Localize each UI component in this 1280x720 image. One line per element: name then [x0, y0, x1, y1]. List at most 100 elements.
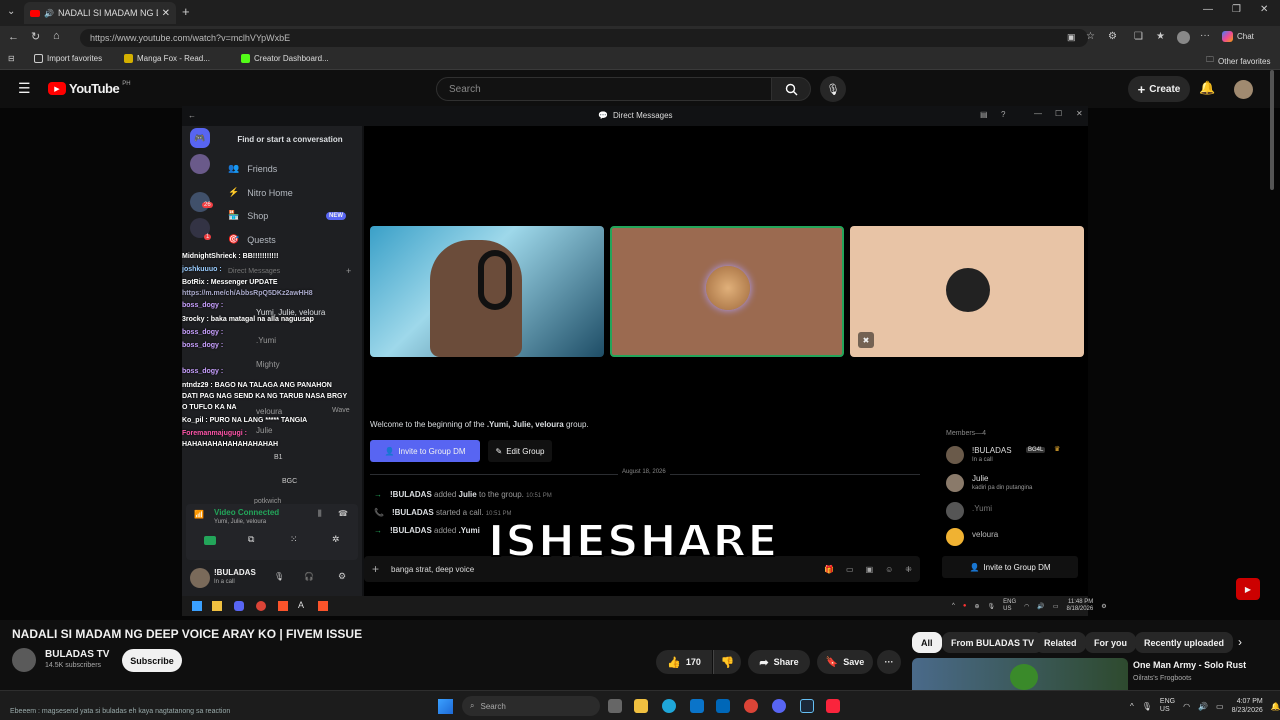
favorite-creator-dashboard[interactable]: Creator Dashboard... [241, 54, 329, 63]
back-icon[interactable]: ← [8, 31, 19, 43]
maximize-icon[interactable]: ❐ [1232, 4, 1241, 15]
subscribe-watermark[interactable]: ▶ [1236, 578, 1260, 600]
help-icon: ? [1001, 110, 1006, 119]
home-icon[interactable]: ⌂ [53, 30, 60, 42]
edit-group-button: ✎ Edit Group [488, 440, 552, 462]
tray-app-icon: ● [962, 603, 967, 609]
favorite-manga-fox[interactable]: Manga Fox - Read... [124, 54, 210, 63]
tray-mic-icon: 🎙 [987, 603, 996, 610]
avatar[interactable] [1234, 80, 1253, 99]
refresh-icon[interactable]: ↻ [31, 30, 40, 43]
steam-icon[interactable] [800, 699, 814, 713]
suggested-thumbnail[interactable] [912, 658, 1128, 690]
folder-icon: 🗀 [1206, 55, 1214, 64]
battery-icon[interactable]: ▭ [1216, 702, 1224, 711]
voice-search-button[interactable]: 🎙 [820, 76, 846, 102]
tab-menu-icon[interactable]: ⌄ [7, 6, 15, 17]
collections-icon[interactable]: ❏ [1134, 31, 1143, 42]
inner-windows-icon [192, 601, 202, 611]
channel-name[interactable]: BULADAS TV [45, 649, 109, 660]
outlook-icon[interactable] [716, 699, 730, 713]
windows-start-icon[interactable] [438, 699, 453, 714]
suggested-title[interactable]: One Man Army - Solo Rust [1133, 660, 1246, 670]
copilot-icon [1222, 31, 1233, 42]
close-tab-icon[interactable]: ✕ [162, 8, 170, 19]
chip-related[interactable]: Related [1035, 632, 1086, 653]
channel-avatar[interactable] [12, 648, 36, 672]
chip-recently-uploaded[interactable]: Recently uploaded [1135, 632, 1234, 653]
hamburger-menu-icon[interactable]: ☰ [18, 80, 31, 97]
member-name: Julie [972, 474, 989, 483]
file-explorer-icon[interactable] [634, 699, 648, 713]
subscribe-button[interactable]: Subscribe [122, 649, 182, 672]
tray-mic-icon[interactable]: 🎙 [1142, 702, 1152, 711]
members-invite-button: 👤 Invite to Group DM [942, 556, 1078, 578]
discord-close-icon: ✕ [1076, 109, 1083, 118]
wifi-icon[interactable]: ◠ [1183, 702, 1190, 711]
favorite-star-icon[interactable]: ☆ [1086, 31, 1095, 42]
clock[interactable]: 4:07 PM 8/23/2026 [1232, 697, 1263, 715]
scrollbar-track[interactable] [1270, 70, 1274, 190]
search-button[interactable] [771, 77, 811, 101]
close-window-icon[interactable]: ✕ [1260, 4, 1268, 15]
browser-tab[interactable]: 🔊 NADALI SI MADAM NG DEEP ✕ [24, 2, 176, 24]
more-actions-button[interactable]: ··· [877, 650, 901, 674]
favorite-import[interactable]: Import favorites [34, 54, 102, 63]
favorite-label: Creator Dashboard... [254, 54, 329, 63]
like-count: 170 [685, 657, 701, 667]
music-icon[interactable] [826, 699, 840, 713]
volume-icon[interactable]: 🔊 [1198, 702, 1208, 711]
tray-chevron-icon[interactable]: ^ [1130, 702, 1134, 711]
subscribe-label: Subscribe [130, 655, 174, 666]
lang-code: ENG [1159, 698, 1176, 705]
nav-label: Nitro Home [247, 187, 293, 198]
favorites-icon[interactable]: ★ [1156, 31, 1165, 42]
member-name: veloura [972, 530, 999, 539]
import-icon [34, 54, 43, 63]
split-screen-icon[interactable]: ▣ [1067, 32, 1076, 43]
msg-time: 10:51 PM [526, 493, 552, 499]
headphones-icon: 🎧 [304, 572, 314, 581]
plus-icon: + [1137, 81, 1146, 97]
discord-titlebar: 💬 Direct Messages [598, 111, 673, 120]
other-favorites[interactable]: 🗀 Other favorites [1206, 54, 1270, 68]
members-panel: Members—4 !BULADAS BG4L ♛ In a call Juli… [940, 430, 1088, 590]
extensions-icon[interactable]: ⚙ [1108, 31, 1117, 42]
save-button[interactable]: 🔖 Save [817, 650, 873, 674]
minimize-icon[interactable]: — [1203, 4, 1213, 15]
share-button[interactable]: ➦ Share [748, 650, 810, 674]
taskbar-search[interactable]: ⌕ Search [462, 696, 600, 716]
task-view-icon[interactable] [608, 699, 622, 713]
chevron-right-icon[interactable]: › [1238, 635, 1242, 649]
chrome-icon[interactable] [744, 699, 758, 713]
edge-icon[interactable] [662, 699, 676, 713]
chip-all[interactable]: All [912, 632, 942, 653]
url-field[interactable]: https://www.youtube.com/watch?v=mclhVYpW… [80, 29, 1088, 47]
create-button[interactable]: + Create [1128, 76, 1190, 102]
notifications-bell-icon[interactable]: 🔔 [1199, 80, 1215, 96]
profile-icon[interactable] [1177, 31, 1190, 44]
add-dm-icon: + [346, 266, 352, 276]
notification-bell-icon[interactable]: 🔔 [1271, 702, 1280, 711]
speaker-icon[interactable]: 🔊 [44, 9, 54, 18]
youtube-logo[interactable]: ▶ YouTube PH [48, 81, 131, 96]
chip-from-channel[interactable]: From BULADAS TV [942, 632, 1043, 653]
copilot-chat-button[interactable]: Chat [1222, 31, 1254, 42]
discord-minimize-icon: — [1034, 109, 1042, 118]
chat-label: Chat [1237, 32, 1254, 41]
dislike-button[interactable]: 👎 [713, 650, 741, 674]
stream-chat-line: boss_dogy : [182, 329, 224, 336]
more-icon[interactable]: ··· [1200, 30, 1210, 41]
store-icon[interactable] [690, 699, 704, 713]
discord-icon[interactable] [772, 699, 786, 713]
like-button[interactable]: 👍 170 [656, 650, 712, 674]
youtube-header: ☰ ▶ YouTube PH Search 🎙 + Create 🔔 [0, 70, 1280, 108]
tab-actions-icon[interactable]: ⊟ [8, 54, 15, 63]
chip-for-you[interactable]: For you [1085, 632, 1136, 653]
inner-lang: ENG US [1003, 599, 1016, 613]
user-panel: !BULADAS In a call 🎙 🎧 ⚙ [186, 564, 358, 594]
search-input[interactable]: Search [436, 77, 772, 101]
new-tab-icon[interactable]: + [182, 4, 190, 19]
manga-fox-icon [124, 54, 133, 63]
lang-indicator[interactable]: ENG US [1160, 698, 1175, 714]
